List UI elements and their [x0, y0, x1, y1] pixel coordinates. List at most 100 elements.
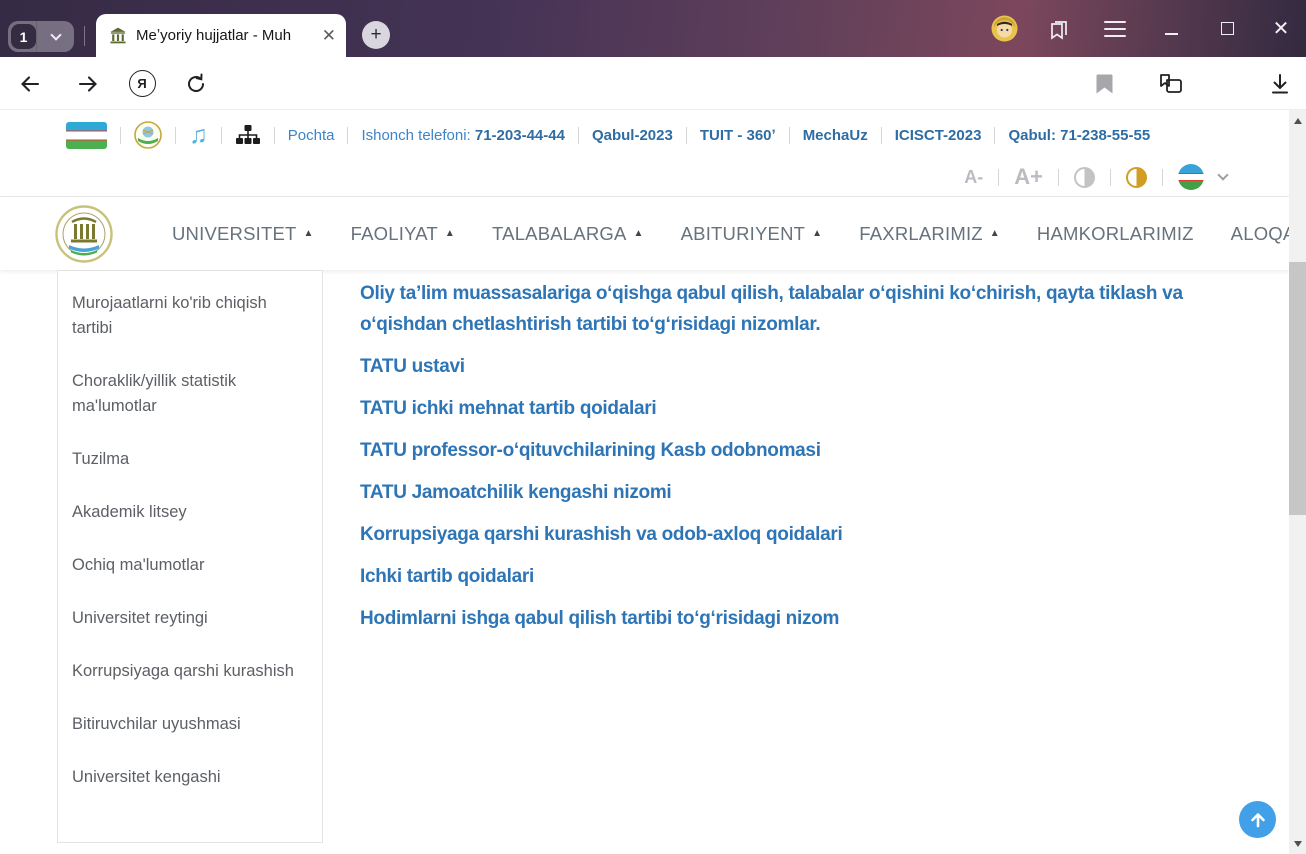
nav-universitet[interactable]: UNIVERSITET ▲: [172, 223, 314, 245]
font-decrease-button[interactable]: A-: [964, 167, 983, 188]
doc-link-ustav[interactable]: TATU ustavi: [360, 351, 1240, 382]
sidebar-item-korrupsiya[interactable]: Korrupsiyaga qarshi kurashish: [72, 659, 308, 684]
doc-link-kasb-odobnomasi[interactable]: TATU professor-oʻqituvchilarining Kasb o…: [360, 435, 1240, 466]
tuit-logo[interactable]: [55, 205, 113, 263]
divider: [788, 126, 790, 144]
sidebar-item-ochiq-malumotlar[interactable]: Ochiq ma'lumotlar: [72, 553, 308, 578]
downloads-icon[interactable]: [1262, 57, 1298, 110]
scrollbar-down-arrow[interactable]: [1289, 835, 1306, 852]
sitemap-icon[interactable]: [235, 123, 261, 147]
arrow-up-icon: [1250, 812, 1265, 827]
sidebar-item-akademik-litsey[interactable]: Akademik litsey: [72, 500, 308, 525]
bookmark-page-icon[interactable]: [1088, 57, 1120, 110]
scroll-to-top-button[interactable]: [1239, 801, 1276, 838]
contrast-mode-gray-icon[interactable]: [1074, 166, 1095, 188]
window-close-button[interactable]: ✕: [1266, 0, 1296, 57]
nav-label: FAXRLARIMIZ: [859, 222, 983, 244]
caret-up-icon: ▲: [444, 228, 456, 239]
caret-up-icon: ▲: [633, 228, 644, 239]
link-tuit-360[interactable]: TUIT - 360ʼ: [700, 127, 776, 144]
language-selector-flag-icon[interactable]: [1178, 164, 1204, 190]
divider: [347, 126, 349, 144]
nav-talabalarga[interactable]: TALABALARGA ▲: [492, 223, 644, 245]
tab-list-dropdown[interactable]: [36, 21, 74, 52]
site-utility-bar: ♫ Pochta Ishonch telefoni: 71-203-44-44 …: [66, 118, 1150, 152]
ishonch-label: Ishonch telefoni:: [361, 126, 471, 144]
window-minimize-button[interactable]: [1156, 0, 1186, 57]
nav-aloqa[interactable]: ALOQA: [1231, 223, 1289, 245]
nav-faxrlarimiz[interactable]: FAXRLARIMIZ ▲: [859, 223, 1000, 245]
tab-counter-button[interactable]: 1: [8, 21, 74, 52]
browser-window: 1 Meʼyoriy hujjatlar - Muh ✕ + ✕ Я ♫ Poc…: [0, 0, 1306, 854]
doc-link-ichki-tartib[interactable]: Ichki tartib qoidalari: [360, 561, 1240, 592]
reload-button[interactable]: [180, 57, 212, 110]
link-mechauz[interactable]: MechaUz: [803, 127, 868, 144]
link-pochta[interactable]: Pochta: [288, 127, 335, 144]
divider: [1110, 168, 1111, 186]
scrollbar-thumb[interactable]: [1289, 262, 1306, 515]
back-button[interactable]: [14, 57, 46, 110]
tab-count: 1: [11, 24, 36, 49]
nav-label: TALABALARGA: [492, 222, 627, 244]
chevron-down-icon[interactable]: [1217, 169, 1229, 181]
nav-label: FAOLIYAT: [350, 222, 438, 244]
forward-button[interactable]: [72, 57, 104, 110]
font-increase-button[interactable]: A+: [1014, 164, 1043, 190]
yandex-browser-icon[interactable]: Я: [126, 57, 158, 110]
window-maximize-button[interactable]: [1212, 0, 1242, 57]
doc-link-korrupsiya-qoidalari[interactable]: Korrupsiyaga qarshi kurashish va odob-ax…: [360, 519, 1240, 550]
sidebar-item-bitiruvchilar[interactable]: Bitiruvchilar uyushmasi: [72, 712, 308, 737]
link-ishonch-telefoni[interactable]: Ishonch telefoni: 71-203-44-44: [361, 127, 565, 144]
sidebar-item-statistik[interactable]: Choraklik/yillik statistik ma'lumotlar: [72, 369, 308, 419]
anthem-music-icon[interactable]: ♫: [189, 122, 208, 148]
nav-label: HAMKORLARIMIZ: [1036, 222, 1194, 244]
accessibility-bar: A- A+: [964, 160, 1229, 194]
divider: [577, 126, 579, 144]
uzbekistan-flag-icon[interactable]: [66, 121, 107, 149]
sidebar-item-kengash[interactable]: Universitet kengashi: [72, 765, 308, 790]
link-qabul-phone[interactable]: Qabul: 71-238-55-55: [1008, 127, 1150, 144]
scrollbar-up-arrow[interactable]: [1289, 112, 1306, 129]
nav-hamkorlarimiz[interactable]: HAMKORLARIMIZ: [1037, 223, 1194, 245]
doc-link-mehnat-qoidalari[interactable]: TATU ichki mehnat tartib qoidalari: [360, 393, 1240, 424]
state-emblem-icon[interactable]: [134, 121, 162, 149]
divider: [273, 126, 275, 144]
profile-avatar[interactable]: [990, 0, 1018, 57]
sidebar-menu: Murojaatlarni ko'rib chiqish tartibi Cho…: [57, 270, 323, 843]
divider: [1058, 168, 1059, 186]
page-scrollbar[interactable]: [1289, 110, 1306, 854]
nav-items: UNIVERSITET ▲ FAOLIYAT ▲ TALABALARGA ▲ A…: [172, 197, 1289, 270]
webpage: ♫ Pochta Ishonch telefoni: 71-203-44-44 …: [0, 110, 1289, 854]
browser-tab-active[interactable]: Meʼyoriy hujjatlar - Muh ✕: [96, 14, 346, 57]
nav-faoliyat[interactable]: FAOLIYAT ▲: [351, 223, 455, 245]
browser-titlebar: 1 Meʼyoriy hujjatlar - Muh ✕ + ✕: [0, 0, 1306, 57]
divider: [220, 126, 222, 144]
doc-link-nizomlar[interactable]: Oliy taʼlim muassasalariga oʻqishga qabu…: [360, 278, 1240, 340]
collections-icon[interactable]: [1152, 57, 1188, 110]
link-qabul-2023[interactable]: Qabul-2023: [592, 127, 673, 144]
ishonch-number: 71-203-44-44: [474, 126, 565, 144]
tab-close-icon[interactable]: ✕: [322, 27, 336, 44]
divider: [685, 126, 687, 144]
divider: [880, 126, 882, 144]
contrast-mode-gold-icon[interactable]: [1126, 166, 1147, 188]
doc-link-jamoatchilik-kengash[interactable]: TATU Jamoatchilik kengashi nizomi: [360, 477, 1240, 508]
site-navbar: UNIVERSITET ▲ FAOLIYAT ▲ TALABALARGA ▲ A…: [0, 197, 1289, 270]
sidebar-item-tuzilma[interactable]: Tuzilma: [72, 447, 308, 472]
yandex-letter: Я: [137, 76, 147, 91]
tab-title: Meʼyoriy hujjatlar - Muh: [136, 27, 292, 44]
divider: [994, 126, 996, 144]
caret-up-icon: ▲: [989, 228, 1000, 239]
divider: [175, 126, 176, 144]
divider: [120, 126, 121, 144]
bookmarks-panel-icon[interactable]: [1044, 0, 1074, 57]
sidebar-item-reyting[interactable]: Universitet reytingi: [72, 606, 308, 631]
new-tab-button[interactable]: +: [362, 21, 390, 49]
sidebar-item-murojaatlar[interactable]: Murojaatlarni ko'rib chiqish tartibi: [72, 291, 308, 341]
browser-toolbar: Я tuit.uz Meʼyoriy hujjatlar - Muhammad …: [0, 57, 1306, 165]
doc-link-ishga-qabul-nizom[interactable]: Hodimlarni ishga qabul qilish tartibi to…: [360, 603, 1240, 634]
menu-icon[interactable]: [1100, 0, 1130, 57]
divider: [1162, 168, 1163, 186]
link-icisct-2023[interactable]: ICISCT-2023: [895, 127, 982, 144]
nav-abituriyent[interactable]: ABITURIYENT ▲: [681, 223, 823, 245]
